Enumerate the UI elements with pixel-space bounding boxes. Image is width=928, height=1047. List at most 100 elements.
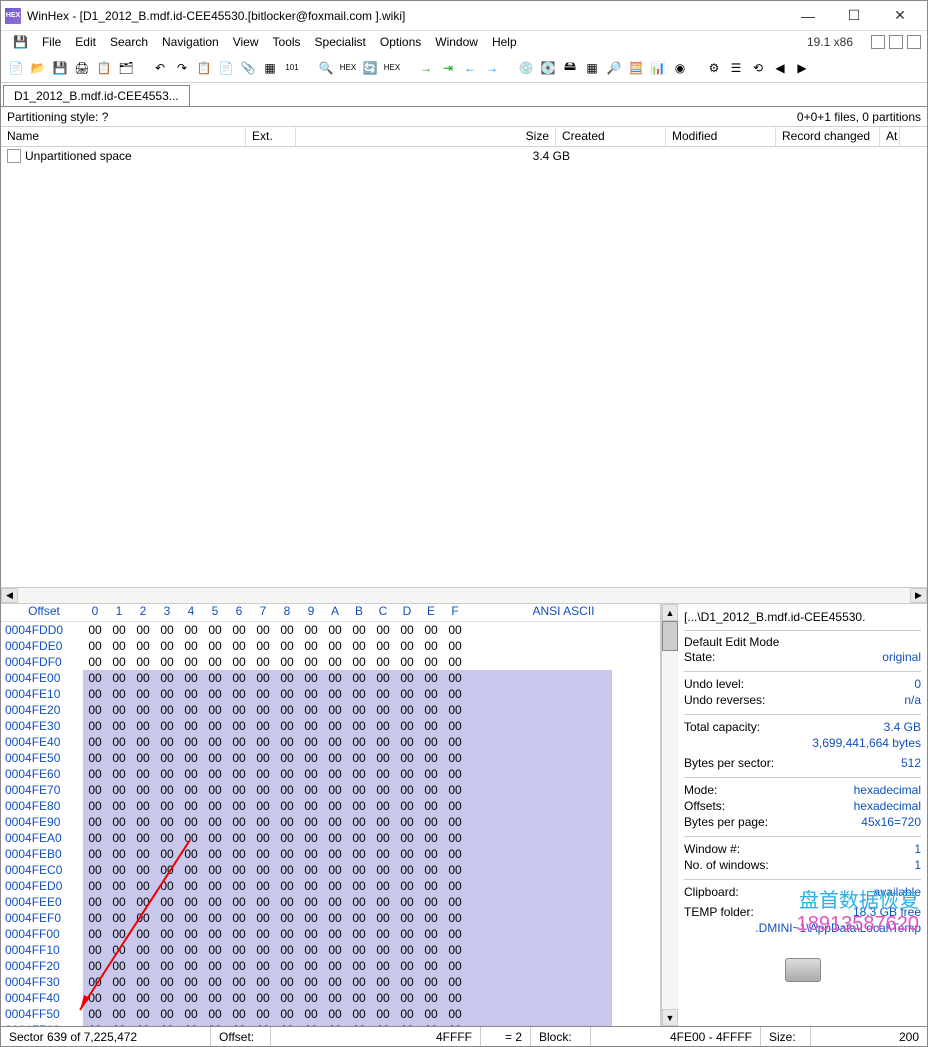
hex-cell[interactable]: 00 <box>107 750 131 766</box>
hex-cell[interactable]: 00 <box>203 702 227 718</box>
hex-cell[interactable]: 00 <box>131 878 155 894</box>
hex-cell[interactable]: 00 <box>443 894 467 910</box>
hex-cell[interactable]: 00 <box>227 782 251 798</box>
hex-cell[interactable]: 00 <box>419 782 443 798</box>
hex-cell[interactable]: 00 <box>227 926 251 942</box>
sync-icon[interactable]: ⟲ <box>749 59 767 77</box>
hex-cell[interactable]: 00 <box>371 814 395 830</box>
ascii-cell[interactable] <box>467 718 612 734</box>
hex-cell[interactable]: 00 <box>299 958 323 974</box>
disk-icon[interactable]: 💾 <box>7 33 34 51</box>
ascii-cell[interactable] <box>467 958 612 974</box>
hex-cell[interactable]: 00 <box>107 990 131 1006</box>
hex-cell[interactable]: 00 <box>371 670 395 686</box>
hex-cell[interactable]: 00 <box>203 894 227 910</box>
hex-cell[interactable]: 00 <box>155 990 179 1006</box>
hex-cell[interactable]: 00 <box>227 1006 251 1022</box>
hex-cell[interactable]: 00 <box>227 942 251 958</box>
hex-cell[interactable]: 00 <box>419 942 443 958</box>
hex-cell[interactable]: 00 <box>443 990 467 1006</box>
hex-cell[interactable]: 00 <box>227 862 251 878</box>
hex-cell[interactable]: 00 <box>323 974 347 990</box>
hex-cell[interactable]: 00 <box>179 718 203 734</box>
hex-row[interactable]: 0004FEF000000000000000000000000000000000 <box>1 910 660 926</box>
hex-cell[interactable]: 00 <box>131 990 155 1006</box>
hex-cell[interactable]: 00 <box>419 990 443 1006</box>
ascii-header[interactable]: ANSI ASCII <box>467 604 660 621</box>
hex-cell[interactable]: 00 <box>251 798 275 814</box>
hex-cell[interactable]: 00 <box>299 750 323 766</box>
hex-cell[interactable]: 00 <box>155 814 179 830</box>
hex-cell[interactable]: 00 <box>419 654 443 670</box>
hex-cell[interactable]: 00 <box>155 798 179 814</box>
hex-cell[interactable]: 00 <box>251 750 275 766</box>
options-icon[interactable]: ⚙ <box>705 59 723 77</box>
hex-cell[interactable]: 00 <box>107 638 131 654</box>
hex-cell[interactable]: 00 <box>251 958 275 974</box>
hex-cell[interactable]: 00 <box>131 670 155 686</box>
hex-cell[interactable]: 00 <box>131 846 155 862</box>
hex-cell[interactable]: 00 <box>323 958 347 974</box>
hex-cell[interactable]: 00 <box>251 942 275 958</box>
hex-cell[interactable]: 00 <box>347 926 371 942</box>
hex-cell[interactable]: 00 <box>227 622 251 638</box>
hex-cell[interactable]: 00 <box>299 718 323 734</box>
hex-cell[interactable]: 00 <box>227 702 251 718</box>
forward-icon[interactable]: → <box>483 59 501 77</box>
hex-cell[interactable]: 00 <box>323 878 347 894</box>
hex-cell[interactable]: 00 <box>83 958 107 974</box>
hex-col-2[interactable]: 2 <box>131 604 155 621</box>
hex-cell[interactable]: 00 <box>395 686 419 702</box>
hex-cell[interactable]: 00 <box>299 942 323 958</box>
hex-cell[interactable]: 00 <box>347 974 371 990</box>
hex-col-3[interactable]: 3 <box>155 604 179 621</box>
hex-row[interactable]: 0004FE1000000000000000000000000000000000 <box>1 686 660 702</box>
hex-cell[interactable]: 00 <box>347 734 371 750</box>
hex-cell[interactable]: 00 <box>83 654 107 670</box>
hex-cell[interactable]: 00 <box>371 734 395 750</box>
close-button[interactable]: ✕ <box>877 1 923 31</box>
hex-cell[interactable]: 00 <box>443 782 467 798</box>
hex-cell[interactable]: 00 <box>179 702 203 718</box>
hex-cell[interactable]: 00 <box>179 670 203 686</box>
hex-cell[interactable]: 00 <box>251 814 275 830</box>
hex-cell[interactable]: 00 <box>275 814 299 830</box>
hex-cell[interactable]: 00 <box>107 942 131 958</box>
col-created[interactable]: Created <box>556 127 666 146</box>
hex-cell[interactable]: 00 <box>179 830 203 846</box>
hex-cell[interactable]: 00 <box>275 798 299 814</box>
hex-cell[interactable]: 00 <box>443 686 467 702</box>
hex-cell[interactable]: 00 <box>299 862 323 878</box>
hex-cell[interactable]: 00 <box>323 862 347 878</box>
hex-cell[interactable]: 00 <box>83 622 107 638</box>
hex-cell[interactable]: 00 <box>275 782 299 798</box>
hex-cell[interactable]: 00 <box>371 1006 395 1022</box>
binary-icon[interactable]: 101 <box>283 59 301 77</box>
hex-cell[interactable]: 00 <box>323 1006 347 1022</box>
hex-cell[interactable]: 00 <box>155 686 179 702</box>
hex-cell[interactable]: 00 <box>395 718 419 734</box>
hex-cell[interactable]: 00 <box>251 846 275 862</box>
hex-row[interactable]: 0004FF1000000000000000000000000000000000 <box>1 942 660 958</box>
hex-cell[interactable]: 00 <box>371 974 395 990</box>
hex-cell[interactable]: 00 <box>395 1006 419 1022</box>
hex-cell[interactable]: 00 <box>275 846 299 862</box>
hex-cell[interactable]: 00 <box>323 670 347 686</box>
hex-cell[interactable]: 00 <box>107 958 131 974</box>
hex-cell[interactable]: 00 <box>227 846 251 862</box>
ram-icon[interactable]: ▦ <box>583 59 601 77</box>
hex-row[interactable]: 0004FF5000000000000000000000000000000000 <box>1 1006 660 1022</box>
hex-cell[interactable]: 00 <box>347 622 371 638</box>
hex-cell[interactable]: 00 <box>347 878 371 894</box>
hex-cell[interactable]: 00 <box>227 766 251 782</box>
scroll-up-icon[interactable]: ▲ <box>662 604 678 621</box>
hex-cell[interactable]: 00 <box>251 926 275 942</box>
hex-cell[interactable]: 00 <box>347 990 371 1006</box>
clipboard-icon[interactable]: 📎 <box>239 59 257 77</box>
hex-cell[interactable]: 00 <box>419 734 443 750</box>
hex-cell[interactable]: 00 <box>251 734 275 750</box>
hex-cell[interactable]: 00 <box>203 638 227 654</box>
hex-cell[interactable]: 00 <box>323 622 347 638</box>
ascii-cell[interactable] <box>467 1006 612 1022</box>
hex-cell[interactable]: 00 <box>179 878 203 894</box>
